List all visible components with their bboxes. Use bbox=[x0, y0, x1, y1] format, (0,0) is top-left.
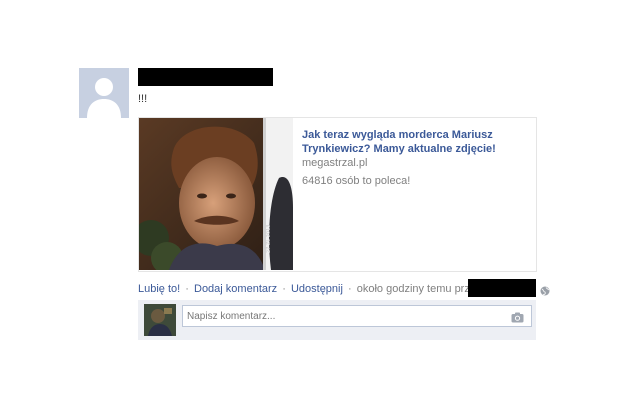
shared-link-thumbnail[interactable]: 27 ZL 2013 bbox=[139, 118, 293, 270]
shared-link-domain: megastrzal.pl bbox=[302, 157, 368, 169]
camera-icon[interactable] bbox=[511, 310, 524, 323]
shared-photo-image: 27 ZL 2013 bbox=[139, 118, 293, 270]
commenter-avatar[interactable] bbox=[144, 304, 176, 336]
poster-avatar[interactable] bbox=[79, 68, 129, 118]
svg-text:27 ZL 2013: 27 ZL 2013 bbox=[266, 225, 272, 253]
post-timestamp[interactable]: około godziny temu przez: bbox=[357, 283, 485, 295]
user-silhouette-icon bbox=[79, 68, 129, 118]
shared-link-title[interactable]: Jak teraz wygląda morderca Mariusz Trynk… bbox=[302, 128, 527, 156]
status-text: !!! bbox=[138, 93, 148, 105]
add-comment-link[interactable]: Dodaj komentarz bbox=[194, 283, 277, 295]
post-actions-row: Lubię to! · Dodaj komentarz · Udostępnij… bbox=[138, 283, 485, 295]
separator: · bbox=[185, 283, 189, 295]
separator: · bbox=[282, 283, 286, 295]
share-link[interactable]: Udostępnij bbox=[291, 283, 343, 295]
separator: · bbox=[348, 283, 352, 295]
commenter-photo-image bbox=[144, 304, 176, 336]
comment-input-placeholder: Napisz komentarz... bbox=[187, 311, 276, 322]
shared-link-recommend-count: 64816 osób to poleca! bbox=[302, 175, 411, 187]
like-link[interactable]: Lubię to! bbox=[138, 283, 180, 295]
globe-icon[interactable] bbox=[540, 283, 550, 296]
redacted-via-name bbox=[468, 279, 536, 297]
redacted-poster-name bbox=[138, 68, 273, 86]
